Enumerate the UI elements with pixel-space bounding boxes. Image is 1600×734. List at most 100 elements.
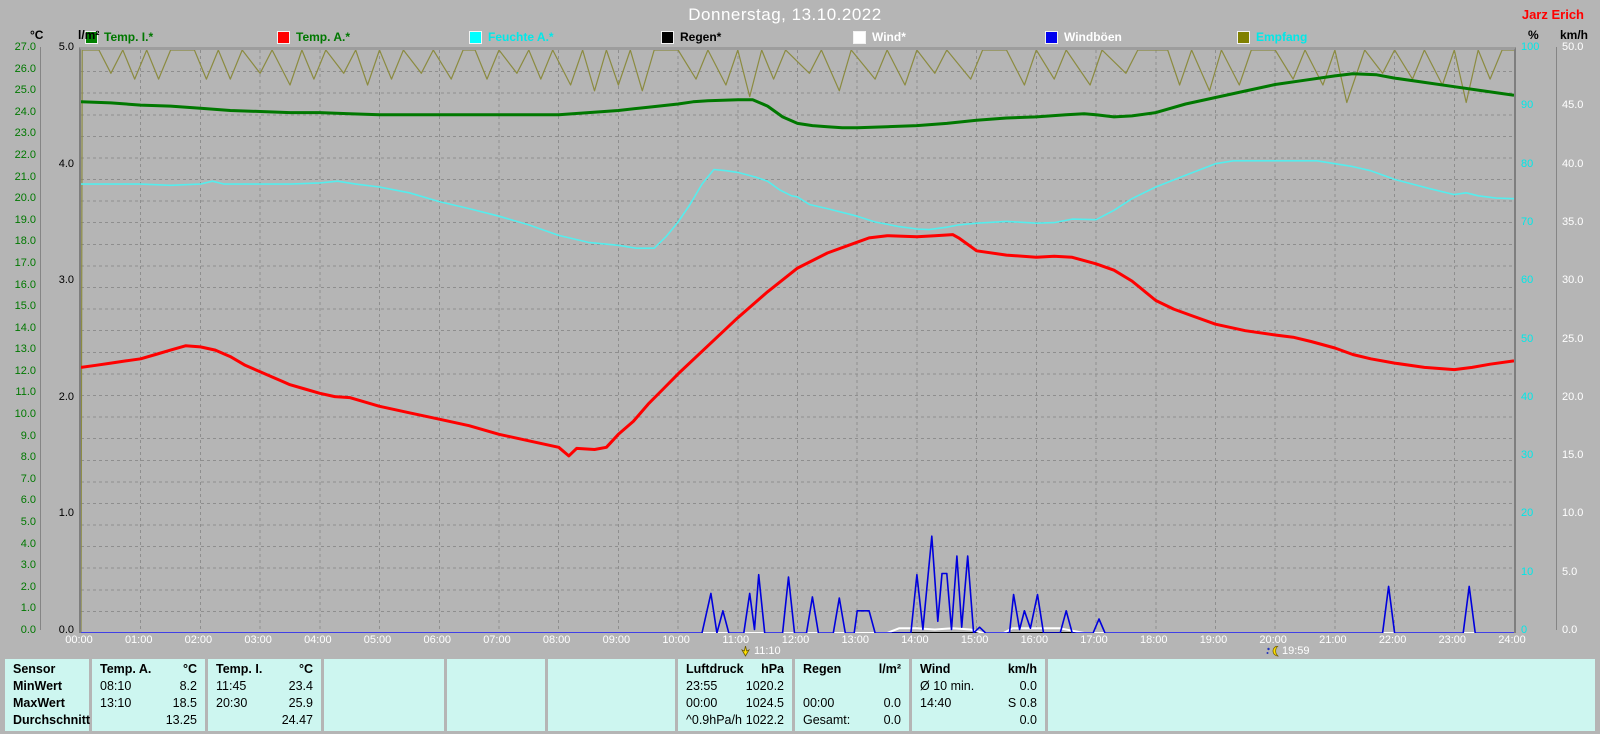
table-cell-time: Gesamt:	[803, 713, 851, 727]
axis-tick-label: 9.0	[20, 429, 36, 442]
axis-tick-label: 17.0	[14, 256, 36, 269]
legend-item-windboeen: Windböen	[1045, 30, 1122, 44]
table-sensor-name: Luftdruck	[686, 662, 744, 676]
axis-tick-label: 20.0	[1562, 390, 1584, 403]
axis-tick-label: 14.0	[14, 321, 36, 334]
table-row-labels-column: Sensor MinWert MaxWert Durchschnitt	[5, 659, 90, 731]
table-cell-value: 25.9	[288, 696, 313, 710]
axis-tick-label: 50	[1521, 332, 1534, 345]
table-cell-value: 0.0	[1019, 713, 1037, 727]
chart-canvas	[81, 50, 1514, 633]
table-cell-time: 14:40	[920, 696, 952, 710]
axis-tick-label: 25.0	[1562, 332, 1584, 345]
table-sensor-name: Regen	[803, 662, 842, 676]
table-cell-value: 13.25	[165, 713, 197, 727]
axis-tick-label: 0.0	[20, 624, 36, 636]
axis-tick-label: 20.0	[14, 192, 36, 205]
axis-tick-label: 11.0	[15, 386, 36, 399]
axis-tick-label: 16.0	[14, 278, 36, 291]
time-tick-label: 02:00	[184, 634, 213, 646]
table-sensor-unit: km/h	[1007, 662, 1037, 676]
axis-tick-label: 10.0	[14, 408, 36, 421]
table-cell-time: 08:10	[100, 679, 132, 693]
page-title: Donnerstag, 13.10.2022	[688, 5, 882, 24]
axis-tick-label: 25.0	[14, 84, 36, 97]
time-tick-label: 03:00	[244, 634, 272, 646]
time-tick-label: 14:00	[901, 634, 929, 646]
time-tick-label: 12:00	[781, 634, 810, 646]
axis-tick-label: 40.0	[1562, 157, 1584, 170]
time-tick-label: 08:00	[542, 634, 571, 646]
table-cell-value: 1022.2	[745, 713, 784, 727]
table-cell-value: 1020.2	[745, 679, 784, 693]
table-cell-value: 8.2	[179, 679, 197, 693]
axis-tick-label: 26.0	[14, 62, 36, 75]
table-sensor-unit: hPa	[761, 662, 784, 676]
legend-swatch-icon	[1045, 30, 1058, 44]
axis-tick-label: 21.0	[14, 170, 36, 183]
legend-swatch-icon	[469, 30, 482, 44]
table-cell-time: Ø 10 min.	[920, 679, 975, 693]
axis-tick-label: 13.0	[14, 343, 36, 356]
axis-tick-label: 2.0	[20, 580, 36, 593]
legend-label: Wind*	[872, 30, 906, 44]
table-cell-value: 18.5	[172, 696, 197, 710]
legend-label: Temp. I.*	[104, 30, 154, 44]
table-cell-time: 11:45	[216, 679, 247, 693]
table-cell-time: 20:30	[216, 696, 248, 710]
time-tick-label: 13:00	[841, 634, 869, 646]
legend-label: Windböen	[1064, 30, 1122, 44]
axis-tick-label: 30.0	[1562, 274, 1584, 287]
time-tick-label: 15:00	[960, 634, 989, 646]
legend-item-feuchte-a-: Feuchte A.*	[469, 30, 554, 44]
moonrise-marker-icon	[1266, 645, 1279, 656]
axis-tick-label: 100	[1521, 41, 1540, 53]
empfang-series-line	[81, 50, 1514, 633]
table-empty-column	[447, 659, 545, 731]
axis-tick-label: 6.0	[20, 494, 36, 507]
table-cell-value: 0.0	[883, 713, 901, 727]
table-row-label: MaxWert	[13, 696, 65, 710]
axis-tick-label: 90	[1521, 99, 1534, 112]
legend-label: Empfang	[1256, 30, 1308, 44]
event-marker-time: 19:59	[1281, 645, 1310, 657]
humidity-axis-unit: %	[1528, 28, 1539, 42]
legend-swatch-icon	[853, 30, 866, 44]
axis-tick-label: 35.0	[1562, 215, 1584, 228]
axis-tick-label: 15.0	[14, 300, 36, 313]
table-sensor-name: Temp. I.	[216, 662, 263, 676]
time-tick-label: 17:00	[1080, 634, 1108, 646]
table-row-label: MinWert	[13, 679, 63, 693]
table-sensor-unit: °C	[182, 662, 197, 676]
time-tick-label: 06:00	[423, 634, 452, 646]
axis-tick-label: 5.0	[58, 41, 74, 53]
axis-tick-label: 23.0	[14, 127, 36, 140]
table-cell-time: 23:55	[686, 679, 718, 693]
table-sensor-name: Temp. A.	[100, 662, 152, 676]
axis-tick-label: 60	[1521, 274, 1534, 287]
legend-label: Regen*	[680, 30, 722, 44]
time-tick-label: 19:00	[1199, 634, 1228, 646]
legend-item-temp-a-: Temp. A.*	[277, 30, 350, 44]
legend-swatch-icon	[1237, 30, 1250, 44]
table-cell-value: 0.0	[883, 696, 901, 710]
temp-axis-line	[40, 47, 41, 630]
table-sensor-unit: °C	[298, 662, 313, 676]
time-tick-label: 16:00	[1020, 634, 1049, 646]
table-cell-value: 23.4	[288, 679, 313, 693]
axis-tick-label: 18.0	[14, 235, 36, 248]
table-cell-time: 13:10	[100, 696, 132, 710]
axis-tick-label: 15.0	[1562, 449, 1584, 462]
legend-label: Feuchte A.*	[488, 30, 554, 44]
time-tick-label: 07:00	[483, 634, 511, 646]
wind-axis-line	[1556, 47, 1557, 630]
weather-station-app: Donnerstag, 13.10.2022 Jarz Erich Temp. …	[0, 0, 1600, 734]
axis-tick-label: 20	[1521, 507, 1534, 520]
axis-tick-label: 27.0	[14, 41, 36, 53]
axis-tick-label: 0.0	[1562, 624, 1578, 636]
table-sensor-unit: l/m²	[878, 662, 901, 676]
temp-axis-unit: °C	[30, 28, 44, 42]
table-cell-time: 00:00	[803, 696, 835, 710]
legend-item-wind-: Wind*	[853, 30, 906, 44]
axis-tick-label: 5.0	[1562, 565, 1578, 578]
